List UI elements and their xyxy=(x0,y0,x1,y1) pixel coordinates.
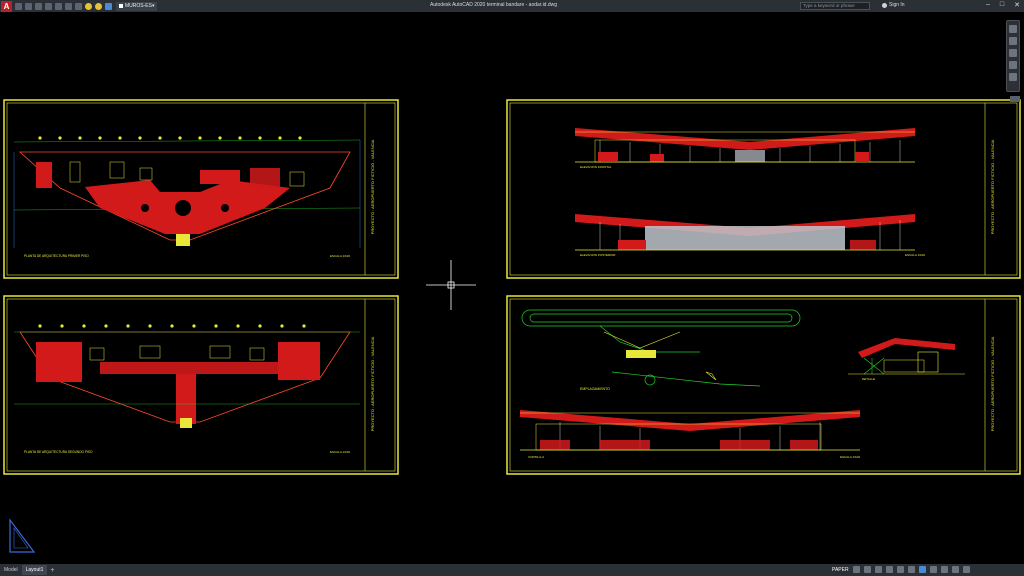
add-layout-button[interactable]: + xyxy=(50,567,54,574)
sign-in-button[interactable]: Sign In xyxy=(882,2,905,8)
site-section-scale: ESCALA 1/100 xyxy=(840,455,860,459)
user-icon xyxy=(882,2,887,8)
sign-in-label: Sign In xyxy=(889,2,905,8)
title-bar: A MUROS-ES ▾ Autodesk AutoCAD 2020 termi… xyxy=(0,0,1024,12)
polar-icon[interactable] xyxy=(885,566,893,573)
undo-icon[interactable] xyxy=(65,2,72,10)
window-controls: – □ ✕ xyxy=(986,1,1020,9)
navbar-scroll-handle[interactable] xyxy=(1010,96,1020,102)
annotation-scale-icon[interactable] xyxy=(918,566,926,573)
layer-name: MUROS-ES xyxy=(125,3,152,9)
elevation-front-caption: ELEVACION FRONTAL xyxy=(580,165,612,169)
steering-wheel-icon[interactable] xyxy=(1009,25,1017,33)
saveas-icon[interactable] xyxy=(45,2,52,10)
north-arrow-icon xyxy=(705,371,717,381)
orbit-icon[interactable] xyxy=(1009,61,1017,69)
layer-dropdown[interactable]: MUROS-ES ▾ xyxy=(116,1,158,11)
site-plan-label: EMPLAZAMIENTO xyxy=(580,387,610,391)
workspace-gear-icon[interactable] xyxy=(929,566,937,573)
autocad-logo-icon[interactable]: A xyxy=(1,0,12,12)
close-icon[interactable]: ✕ xyxy=(1014,1,1020,9)
save-icon[interactable] xyxy=(35,2,42,10)
zoom-icon[interactable] xyxy=(1009,49,1017,57)
status-bar: Model Layout1 + PAPER xyxy=(0,564,1024,576)
new-icon[interactable] xyxy=(15,2,22,10)
ucs-icon xyxy=(9,518,36,553)
tab-layout1[interactable]: Layout1 xyxy=(21,565,48,575)
window-title: Autodesk AutoCAD 2020 terminal bandare -… xyxy=(430,2,558,8)
print-icon[interactable] xyxy=(55,2,62,10)
snap-icon[interactable] xyxy=(863,566,871,573)
sheet-site-section[interactable]: EMPLAZAMIENTO DETALLE CORTE A-A ESCALA 1… xyxy=(506,295,1021,475)
plan-lower-scale: ESCALA 1/100 xyxy=(330,450,350,454)
navigation-bar[interactable] xyxy=(1006,20,1020,92)
plan-upper-scale: ESCALA 1/100 xyxy=(330,254,350,258)
sun-icon[interactable] xyxy=(95,2,102,10)
grid-icon[interactable] xyxy=(852,566,860,573)
search-input[interactable]: Type a keyword or phrase xyxy=(800,2,870,10)
redo-icon[interactable] xyxy=(75,2,82,10)
drawing-canvas[interactable]: PLANTA DE ARQUITECTURA PRIMER PISO ESCAL… xyxy=(0,12,1024,564)
paperspace-viewports: PLANTA DE ARQUITECTURA PRIMER PISO ESCAL… xyxy=(3,99,1021,553)
sheet-plan-upper[interactable]: PLANTA DE ARQUITECTURA PRIMER PISO ESCAL… xyxy=(3,99,399,279)
plan-upper-caption: PLANTA DE ARQUITECTURA PRIMER PISO xyxy=(24,254,89,258)
plan-lower-caption: PLANTA DE ARQUITECTURA SEGUNDO PISO xyxy=(24,450,93,454)
customization-menu-icon[interactable] xyxy=(962,566,970,573)
status-tray: PAPER xyxy=(832,566,970,573)
sheet-elevations[interactable]: ELEVACION FRONTAL ELEVACION POSTERIOR ES… xyxy=(506,99,1021,279)
maximize-icon[interactable]: □ xyxy=(1000,1,1004,9)
plan-upper-title-block: PROYECTO : AEROPUERTO FICTICIO - VALENCI… xyxy=(370,139,375,234)
lineweight-icon[interactable] xyxy=(907,566,915,573)
layer-color-swatch xyxy=(119,4,123,8)
detail-caption: DETALLE xyxy=(862,377,875,381)
open-icon[interactable] xyxy=(25,2,32,10)
pan-icon[interactable] xyxy=(1009,37,1017,45)
site-section-title-block: PROYECTO : AEROPUERTO FICTICIO - VALENCI… xyxy=(990,336,995,431)
crosshair-cursor-icon xyxy=(426,260,476,310)
lightbulb-icon[interactable] xyxy=(85,2,92,10)
plan-lower-title-block: PROYECTO : AEROPUERTO FICTICIO - VALENCI… xyxy=(370,336,375,431)
isolate-objects-icon[interactable] xyxy=(940,566,948,573)
fullscreen-icon[interactable] xyxy=(951,566,959,573)
tab-model[interactable]: Model xyxy=(0,565,22,575)
minimize-icon[interactable]: – xyxy=(986,1,990,9)
section-caption: CORTE A-A xyxy=(528,455,544,459)
paper-mode-toggle[interactable]: PAPER xyxy=(832,567,849,573)
elevations-scale: ESCALA 1/100 xyxy=(905,253,925,257)
ortho-icon[interactable] xyxy=(874,566,882,573)
layer-icon[interactable] xyxy=(105,2,112,10)
osnap-icon[interactable] xyxy=(896,566,904,573)
showmotion-icon[interactable] xyxy=(1009,73,1017,81)
elevations-title-block: PROYECTO : AEROPUERTO FICTICIO - VALENCI… xyxy=(990,139,995,234)
elevation-rear-caption: ELEVACION POSTERIOR xyxy=(580,253,616,257)
chevron-down-icon: ▾ xyxy=(151,3,155,9)
sheet-plan-lower[interactable]: PLANTA DE ARQUITECTURA SEGUNDO PISO ESCA… xyxy=(3,295,399,475)
